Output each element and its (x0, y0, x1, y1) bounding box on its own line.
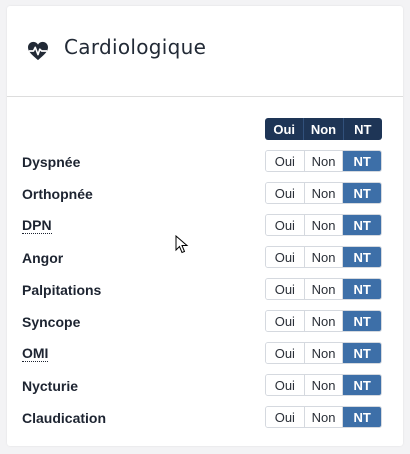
option-yes-button[interactable]: Oui (266, 215, 305, 235)
option-no-button[interactable]: Non (304, 247, 344, 267)
option-no-button[interactable]: Non (304, 407, 344, 427)
legend-no: Non (304, 118, 344, 140)
option-nt-button[interactable]: NT (343, 247, 381, 267)
yes-no-nt-toggle: Oui Non NT (265, 182, 382, 204)
symptom-label: Palpitations (22, 282, 102, 298)
legend-yes: Oui (265, 118, 305, 140)
option-nt-button[interactable]: NT (343, 407, 381, 427)
yes-no-nt-toggle: Oui Non NT (265, 342, 382, 364)
yes-no-nt-toggle: Oui Non NT (265, 150, 382, 172)
symptom-row: DPN Oui Non NT (7, 214, 403, 238)
symptom-row: Syncope Oui Non NT (7, 310, 403, 334)
option-yes-button[interactable]: Oui (266, 151, 305, 171)
yes-no-nt-toggle: Oui Non NT (265, 406, 382, 428)
panel-title: Cardiologique (64, 35, 207, 59)
option-nt-button[interactable]: NT (343, 375, 381, 395)
option-nt-button[interactable]: NT (343, 311, 381, 331)
symptom-label: Syncope (22, 314, 81, 330)
option-nt-button[interactable]: NT (343, 343, 381, 363)
panel-header: Cardiologique (7, 6, 403, 97)
option-no-button[interactable]: Non (304, 215, 344, 235)
option-yes-button[interactable]: Oui (266, 311, 305, 331)
symptom-row: Dyspnée Oui Non NT (7, 150, 403, 174)
option-yes-button[interactable]: Oui (266, 183, 305, 203)
column-legend: Oui Non NT (265, 118, 382, 140)
yes-no-nt-toggle: Oui Non NT (265, 278, 382, 300)
option-nt-button[interactable]: NT (343, 279, 381, 299)
option-no-button[interactable]: Non (304, 343, 344, 363)
symptom-label: Nycturie (22, 378, 79, 394)
heartbeat-icon (28, 41, 48, 61)
option-no-button[interactable]: Non (304, 183, 344, 203)
yes-no-nt-toggle: Oui Non NT (265, 374, 382, 396)
symptom-row: OMI Oui Non NT (7, 342, 403, 366)
symptom-row: Claudication Oui Non NT (7, 406, 403, 430)
symptom-label: OMI (22, 345, 49, 362)
option-no-button[interactable]: Non (304, 375, 344, 395)
option-yes-button[interactable]: Oui (266, 247, 305, 267)
option-yes-button[interactable]: Oui (266, 343, 305, 363)
symptom-label: Dyspnée (22, 154, 81, 170)
mouse-cursor-icon (175, 235, 189, 254)
option-nt-button[interactable]: NT (343, 215, 381, 235)
symptom-row: Nycturie Oui Non NT (7, 374, 403, 398)
symptom-row: Palpitations Oui Non NT (7, 278, 403, 302)
symptom-label: Claudication (22, 410, 107, 426)
legend-nt: NT (354, 121, 372, 137)
option-yes-button[interactable]: Oui (266, 375, 305, 395)
option-yes-button[interactable]: Oui (266, 279, 305, 299)
option-no-button[interactable]: Non (304, 151, 344, 171)
cardiology-panel: Cardiologique Oui Non NT Dyspnée Oui Non NT… (7, 6, 403, 446)
symptom-row: Orthopnée Oui Non NT (7, 182, 403, 206)
symptom-label: Angor (22, 250, 64, 266)
option-no-button[interactable]: Non (304, 311, 344, 331)
option-nt-button[interactable]: NT (343, 183, 381, 203)
option-no-button[interactable]: Non (304, 279, 344, 299)
yes-no-nt-toggle: Oui Non NT (265, 214, 382, 236)
option-yes-button[interactable]: Oui (266, 407, 305, 427)
option-nt-button[interactable]: NT (343, 151, 381, 171)
symptom-label: Orthopnée (22, 186, 93, 202)
symptom-label: DPN (22, 217, 52, 234)
yes-no-nt-toggle: Oui Non NT (265, 310, 382, 332)
symptom-row: Angor Oui Non NT (7, 246, 403, 270)
yes-no-nt-toggle: Oui Non NT (265, 246, 382, 268)
